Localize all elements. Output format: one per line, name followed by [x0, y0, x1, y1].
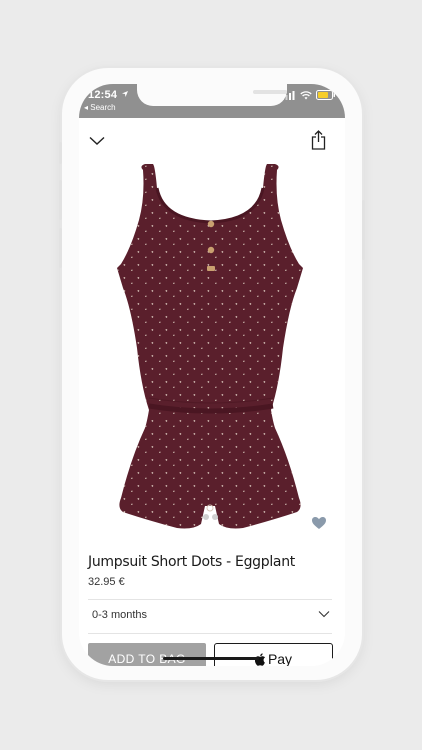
- pager-dot[interactable]: [212, 514, 218, 520]
- side-button-left-3: [59, 228, 62, 268]
- speaker: [253, 90, 287, 94]
- product-price: 32.95 €: [88, 576, 125, 588]
- pager-dot-active[interactable]: [203, 514, 209, 520]
- wifi-icon: [300, 90, 312, 99]
- size-selector[interactable]: 0-3 months: [88, 599, 332, 633]
- apple-pay-button[interactable]: Pay: [214, 643, 333, 666]
- back-to-search-link[interactable]: ◂ Search: [84, 103, 116, 112]
- chevron-down-icon: [318, 611, 330, 618]
- product-title: Jumpsuit Short Dots - Eggplant: [88, 554, 295, 570]
- size-selected-value: 0-3 months: [92, 609, 148, 621]
- side-button-right: [362, 200, 365, 260]
- status-icons: [282, 90, 336, 100]
- home-indicator[interactable]: [163, 657, 259, 660]
- product-image[interactable]: [93, 158, 323, 538]
- jumpsuit-graphic: [117, 164, 303, 529]
- apple-pay-label: Pay: [267, 651, 293, 666]
- add-to-bag-button[interactable]: ADD TO BAG: [88, 643, 206, 666]
- status-time: 12:54: [88, 89, 118, 101]
- battery-icon: [316, 90, 335, 100]
- side-button-left-2: [59, 180, 62, 220]
- share-icon[interactable]: [311, 130, 326, 150]
- chevron-down-icon[interactable]: [89, 136, 105, 146]
- location-icon: [122, 91, 128, 97]
- heart-icon[interactable]: [311, 516, 327, 530]
- product-card: Jumpsuit Short Dots - Eggplant 32.95 € 0…: [79, 118, 345, 666]
- divider-bottom: [88, 633, 332, 634]
- phone-screen: 12:54 ◂ Search Jumpsuit Short Dots - Egg…: [79, 84, 345, 666]
- notch: [137, 84, 287, 106]
- image-pager: [203, 514, 218, 520]
- side-button-left-1: [59, 142, 62, 164]
